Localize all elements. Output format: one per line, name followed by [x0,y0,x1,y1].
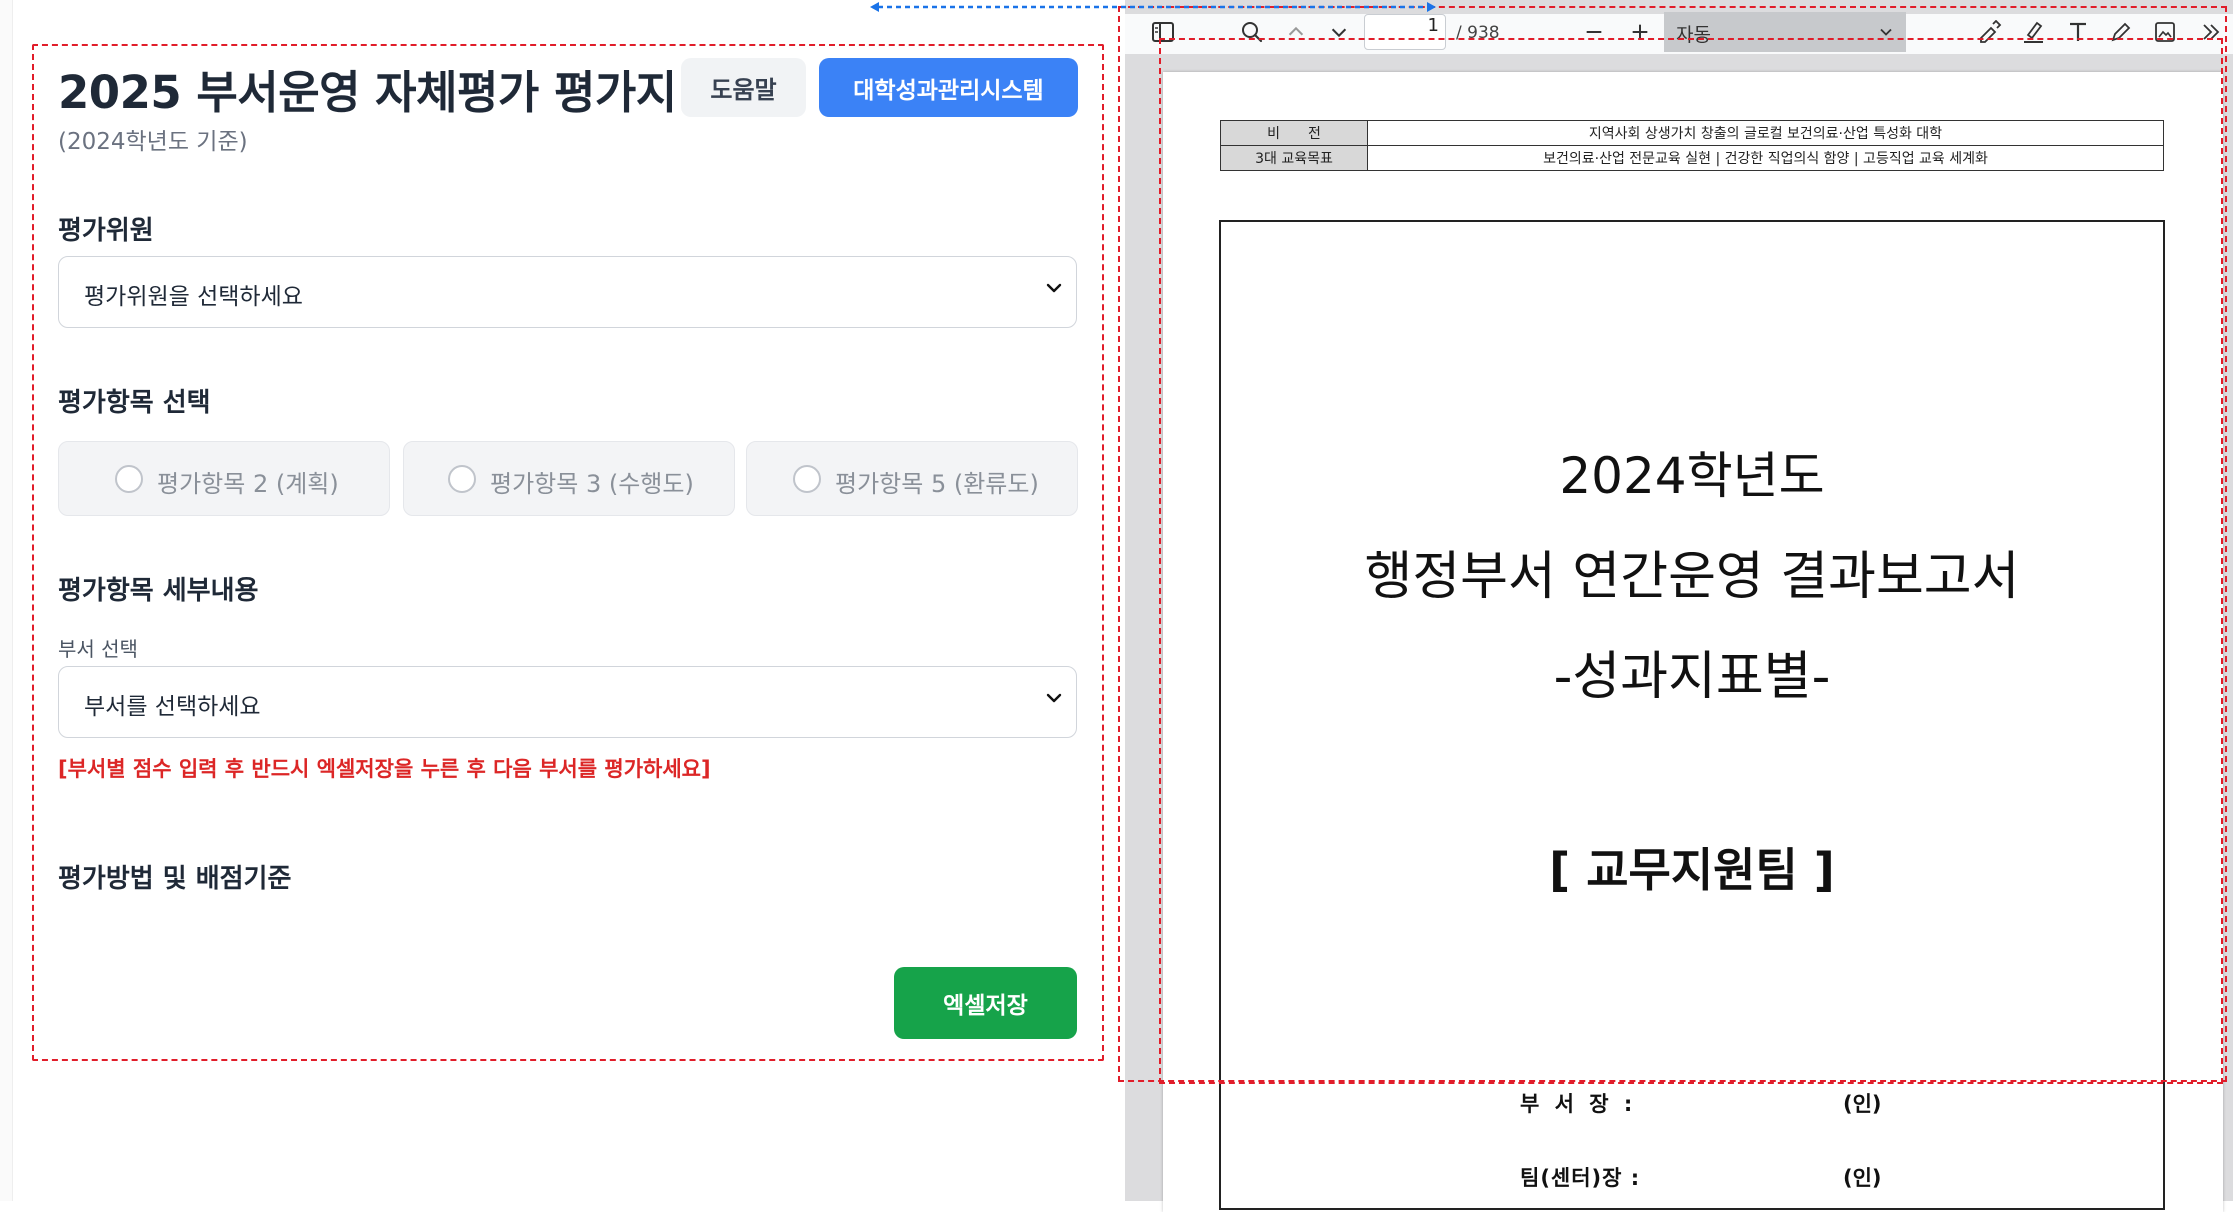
plus-icon[interactable] [1625,18,1655,46]
method-label: 평가방법 및 배점기준 [58,864,292,894]
highlight-icon[interactable] [2019,18,2049,46]
report-year: 2024학년도 [1559,447,1825,505]
chevron-up-icon[interactable] [1281,18,1311,46]
item-option-3[interactable]: 평가항목 3 (수행도) [403,441,735,516]
dept-select-value: 부서를 선택하세요 [84,694,261,720]
search-icon[interactable] [1237,18,1267,46]
vision-label: 비 전 [1220,120,1368,146]
save-warning: [부서별 점수 입력 후 반드시 엑셀저장을 누른 후 다음 부서를 평가하세요… [58,757,711,781]
form-outline [32,44,1104,1061]
text-icon[interactable] [2063,18,2093,46]
performance-system-button[interactable]: 대학성과관리시스템 [819,58,1078,117]
radio-circle[interactable] [115,465,143,493]
cover-border [1219,220,2165,1210]
vision-table: 비 전 지역사회 상생가치 창출의 글로컬 보건의료·산업 특성화 대학 3대 … [1220,120,2164,171]
radio-circle[interactable] [448,465,476,493]
sidebar-toggle-icon[interactable] [1148,18,1178,46]
item-option-label: 평가항목 5 (환류도) [835,470,1039,498]
zoom-value: 자동 [1676,24,1711,46]
item-option-label: 평가항목 3 (수행도) [490,470,694,498]
sign-dept-head-seal: (인) [1843,1092,1882,1116]
vision-text: 지역사회 상생가치 창출의 글로컬 보건의료·산업 특성화 대학 [1367,120,2164,146]
evaluator-label: 평가위원 [58,216,154,246]
goals-label: 3대 교육목표 [1220,145,1368,171]
splitter-resize-arrow[interactable] [870,0,1436,14]
chevron-down-icon [1880,28,1892,36]
chevron-down-icon [1046,283,1062,293]
zoom-select[interactable]: 자동 [1664,12,1906,52]
details-label: 평가항목 세부내용 [58,576,259,606]
chevron-down-icon [1046,693,1062,703]
chevron-down-icon[interactable] [1324,18,1354,46]
items-label: 평가항목 선택 [58,388,211,418]
team-name: [ 교무지원팀 ] [1549,843,1835,897]
page-title: 2025 부서운영 자체평가 평가지 [58,66,677,119]
dept-select[interactable]: 부서를 선택하세요 [58,666,1077,738]
minus-icon[interactable] [1579,18,1609,46]
report-subtitle: -성과지표별- [1553,647,1831,707]
left-edge [0,0,13,1201]
page-number-value: 1 [1427,15,1439,36]
dept-select-label: 부서 선택 [58,637,138,661]
radio-circle[interactable] [793,465,821,493]
page-number-input[interactable]: 1 [1364,14,1446,50]
item-option-2[interactable]: 평가항목 2 (계획) [58,441,390,516]
sign-dept-head-label: 부 서 장 : [1520,1092,1637,1116]
report-title: 행정부서 연간운영 결과보고서 [1364,547,2020,607]
evaluator-select[interactable]: 평가위원을 선택하세요 [58,256,1077,328]
item-option-5[interactable]: 평가항목 5 (환류도) [746,441,1078,516]
page-total: / 938 [1456,23,1500,43]
sign-team-head-label: 팀(센터)장 : [1520,1166,1641,1190]
draw-icon[interactable] [2106,18,2136,46]
item-option-label: 평가항목 2 (계획) [157,470,339,498]
page-subtitle: (2024학년도 기준) [58,129,248,155]
evaluator-select-value: 평가위원을 선택하세요 [84,284,303,310]
image-icon[interactable] [2150,18,2180,46]
more-tools-icon[interactable] [2195,18,2225,46]
sign-team-head-seal: (인) [1843,1166,1882,1190]
edit-sign-icon[interactable] [1976,18,2006,46]
excel-save-button[interactable]: 엑셀저장 [894,967,1077,1039]
goals-text: 보건의료·산업 전문교육 실현 | 건강한 직업의식 함양 | 고등직업 교육 … [1367,145,2164,171]
help-button[interactable]: 도움말 [681,58,806,117]
